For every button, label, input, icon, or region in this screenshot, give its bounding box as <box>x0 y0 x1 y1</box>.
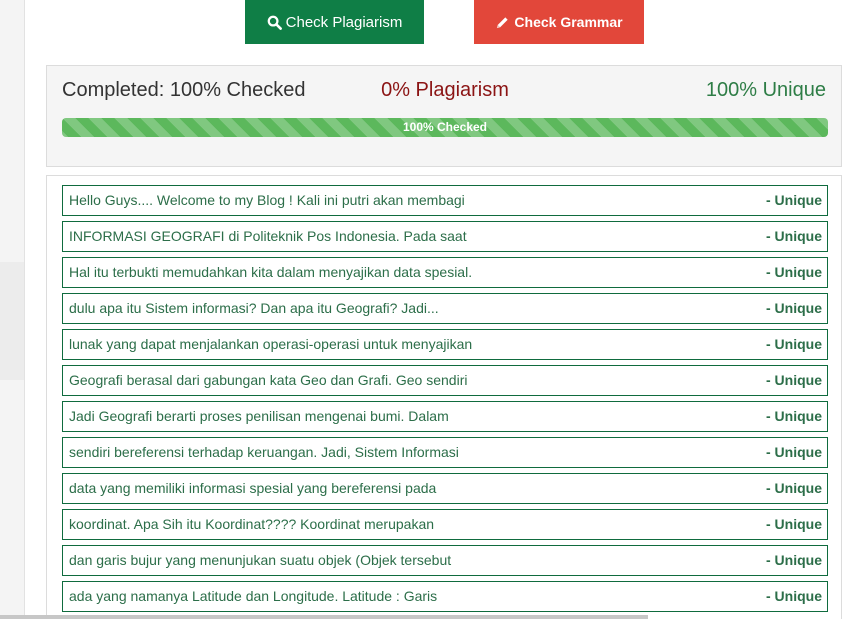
results-list: Hello Guys.... Welcome to my Blog ! Kali… <box>46 175 842 619</box>
left-panel <box>0 0 25 619</box>
check-plagiarism-button[interactable]: Check Plagiarism <box>245 0 424 44</box>
result-status: - Unique <box>766 444 822 460</box>
progress-bar: 100% Checked <box>62 118 828 137</box>
result-status: - Unique <box>766 372 822 388</box>
completed-status: Completed: 100% Checked <box>62 79 306 101</box>
result-summary: 0% Plagiarism Completed: 100% Checked 10… <box>46 65 842 167</box>
pencil-icon <box>495 15 510 30</box>
check-plagiarism-label: Check Plagiarism <box>285 13 403 31</box>
result-status: - Unique <box>766 516 822 532</box>
result-status: - Unique <box>766 588 822 604</box>
result-row: Hal itu terbukti memudahkan kita dalam m… <box>62 257 828 288</box>
unique-percent: 100% Unique <box>705 79 826 101</box>
result-status: - Unique <box>766 228 822 244</box>
result-status: - Unique <box>766 480 822 496</box>
result-sentence: ada yang namanya Latitude dan Longitude.… <box>69 588 438 604</box>
result-sentence: Geografi berasal dari gabungan kata Geo … <box>69 372 468 388</box>
result-row: ada yang namanya Latitude dan Longitude.… <box>62 581 828 612</box>
result-row: lunak yang dapat menjalankan operasi-ope… <box>62 329 828 360</box>
search-icon <box>267 15 282 30</box>
result-status: - Unique <box>766 336 822 352</box>
result-status: - Unique <box>766 300 822 316</box>
result-status: - Unique <box>766 552 822 568</box>
result-row: data yang memiliki informasi spesial yan… <box>62 473 828 504</box>
check-grammar-label: Check Grammar <box>514 14 623 30</box>
result-sentence: INFORMASI GEOGRAFI di Politeknik Pos Ind… <box>69 228 467 244</box>
main-panel: Check Plagiarism Check Grammar 0% Plagia… <box>25 0 853 619</box>
result-sentence: dulu apa itu Sistem informasi? Dan apa i… <box>69 300 439 316</box>
result-row: Geografi berasal dari gabungan kata Geo … <box>62 365 828 396</box>
result-sentence: Hal itu terbukti memudahkan kita dalam m… <box>69 264 473 280</box>
result-status: - Unique <box>766 408 822 424</box>
result-status: - Unique <box>766 264 822 280</box>
result-sentence: Jadi Geografi berarti proses penilisan m… <box>69 408 449 424</box>
horizontal-scrollbar[interactable] <box>0 615 648 619</box>
result-sentence: koordinat. Apa Sih itu Koordinat???? Koo… <box>69 516 435 532</box>
result-sentence: lunak yang dapat menjalankan operasi-ope… <box>69 336 473 352</box>
progress-label: 100% Checked <box>402 120 488 134</box>
result-row: dan garis bujur yang menunjukan suatu ob… <box>62 545 828 576</box>
result-sentence: Hello Guys.... Welcome to my Blog ! Kali… <box>69 192 465 208</box>
result-status: - Unique <box>766 192 822 208</box>
result-row: Jadi Geografi berarti proses penilisan m… <box>62 401 828 432</box>
result-row: dulu apa itu Sistem informasi? Dan apa i… <box>62 293 828 324</box>
left-panel-band <box>0 262 24 380</box>
result-row: INFORMASI GEOGRAFI di Politeknik Pos Ind… <box>62 221 828 252</box>
result-row: sendiri bereferensi terhadap keruangan. … <box>62 437 828 468</box>
result-row: Hello Guys.... Welcome to my Blog ! Kali… <box>62 185 828 216</box>
result-sentence: data yang memiliki informasi spesial yan… <box>69 480 437 496</box>
check-grammar-button[interactable]: Check Grammar <box>474 0 644 44</box>
result-sentence: sendiri bereferensi terhadap keruangan. … <box>69 444 459 460</box>
result-row: koordinat. Apa Sih itu Koordinat???? Koo… <box>62 509 828 540</box>
result-sentence: dan garis bujur yang menunjukan suatu ob… <box>69 552 452 568</box>
